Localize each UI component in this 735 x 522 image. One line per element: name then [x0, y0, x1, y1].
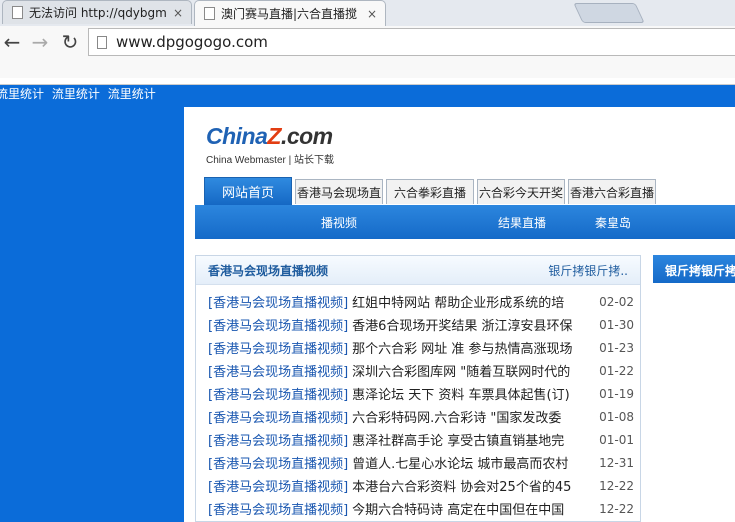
list-item: [香港马会现场直播视频] 六合彩特码网.六合彩诗 "国家发改委 01-08: [208, 405, 634, 428]
address-url: www.dpgogogo.com: [116, 33, 268, 51]
news-category[interactable]: [香港马会现场直播视频]: [208, 499, 348, 518]
news-list: [香港马会现场直播视频] 红姐中特网站 帮助企业形成系统的培 02-02 [香港马会…: [208, 290, 634, 520]
menu-item-hk-live[interactable]: 香港马会现场直: [295, 179, 383, 204]
news-link[interactable]: 深圳六合彩图库网 "随着互联网时代的: [352, 361, 588, 380]
news-category[interactable]: [香港马会现场直播视频]: [208, 407, 348, 426]
news-link[interactable]: 那个六合彩 网址 准 参与热情高涨现场: [352, 338, 588, 357]
news-link[interactable]: 本港台六合彩资料 协会对25个省的45: [352, 476, 588, 495]
list-item: [香港马会现场直播视频] 今期六合特码诗 高定在中国但在中国 12-22: [208, 497, 634, 520]
news-link[interactable]: 六合彩特码网.六合彩诗 "国家发改委: [352, 407, 588, 426]
menu-item-draw-today[interactable]: 六合彩今天开奖: [477, 179, 565, 204]
stats-link[interactable]: 流里统计: [108, 87, 156, 101]
news-category[interactable]: [香港马会现场直播视频]: [208, 315, 348, 334]
toolbar-divider: [0, 78, 735, 85]
news-link[interactable]: 今期六合特码诗 高定在中国但在中国: [352, 499, 588, 518]
news-date: 01-30: [599, 317, 634, 332]
close-icon[interactable]: ×: [365, 7, 379, 21]
new-tab-button[interactable]: [573, 3, 645, 23]
list-item: [香港马会现场直播视频] 红姐中特网站 帮助企业形成系统的培 02-02: [208, 290, 634, 313]
address-bar[interactable]: www.dpgogogo.com: [88, 28, 735, 56]
list-item: [香港马会现场直播视频] 深圳六合彩图库网 "随着互联网时代的 01-22: [208, 359, 634, 382]
side-panel-title[interactable]: 银斤拷银斤拷银: [653, 255, 735, 283]
panel-header: 香港马会现场直播视频 银斤拷银斤拷..: [196, 256, 640, 285]
news-date: 01-01: [599, 432, 634, 447]
stats-links: 流里统计 流里统计 流里统计: [0, 85, 160, 102]
news-category[interactable]: [香港马会现场直播视频]: [208, 292, 348, 311]
stats-link[interactable]: 流里统计: [0, 87, 44, 101]
news-category[interactable]: [香港马会现场直播视频]: [208, 384, 348, 403]
logo-subtitle: China Webmaster | 站长下载: [206, 155, 335, 166]
reload-icon[interactable]: ↻: [58, 30, 82, 54]
news-category[interactable]: [香港马会现场直播视频]: [208, 476, 348, 495]
browser-toolbar: ← → ↻ www.dpgogogo.com: [0, 26, 735, 78]
browser-tab-title: 无法访问 http://qdybgm: [29, 6, 167, 20]
back-icon[interactable]: ←: [0, 30, 24, 54]
site-container: ChinaZ.com China Webmaster | 站长下载 网站首页 香…: [184, 107, 735, 522]
panel-title[interactable]: 香港马会现场直播视频: [208, 262, 328, 279]
news-date: 12-31: [599, 455, 634, 470]
browser-tab-title: 澳门赛马直播|六合直播搅: [221, 7, 358, 21]
site-logo[interactable]: ChinaZ.com China Webmaster | 站长下载: [206, 123, 334, 166]
news-category[interactable]: [香港马会现场直播视频]: [208, 338, 348, 357]
tab-strip: 无法访问 http://qdybgm × 澳门赛马直播|六合直播搅 ×: [0, 0, 735, 26]
list-item: [香港马会现场直播视频] 惠泽社群高手论 享受古镇直销基地完 01-01: [208, 428, 634, 451]
news-date: 01-22: [599, 363, 634, 378]
news-date: 02-02: [599, 294, 634, 309]
logo-brand: ChinaZ.com: [206, 123, 333, 149]
browser-tab-2[interactable]: 澳门赛马直播|六合直播搅 ×: [194, 0, 386, 26]
forward-icon[interactable]: →: [28, 30, 52, 54]
close-icon[interactable]: ×: [171, 6, 185, 20]
news-link[interactable]: 惠泽论坛 天下 资料 车票具体起售(订): [352, 384, 588, 403]
page-icon: [12, 6, 23, 19]
news-link[interactable]: 曾道人.七星心水论坛 城市最高而农村: [352, 453, 588, 472]
stats-link[interactable]: 流里统计: [52, 87, 100, 101]
news-panel: 香港马会现场直播视频 银斤拷银斤拷.. [香港马会现场直播视频] 红姐中特网站 帮…: [195, 255, 641, 522]
subnav-link[interactable]: 播视频: [321, 214, 357, 231]
news-category[interactable]: [香港马会现场直播视频]: [208, 453, 348, 472]
list-item: [香港马会现场直播视频] 惠泽论坛 天下 资料 车票具体起售(订) 01-19: [208, 382, 634, 405]
list-item: [香港马会现场直播视频] 本港台六合彩资料 协会对25个省的45 12-22: [208, 474, 634, 497]
list-item: [香港马会现场直播视频] 香港6合现场开奖结果 浙江淳安县环保 01-30: [208, 313, 634, 336]
list-item: [香港马会现场直播视频] 那个六合彩 网址 准 参与热情高涨现场 01-23: [208, 336, 634, 359]
page-icon: [204, 7, 215, 20]
news-category[interactable]: [香港马会现场直播视频]: [208, 361, 348, 380]
web-page: 流里统计 流里统计 流里统计 ChinaZ.com China Webmaste…: [0, 85, 735, 522]
menu-item-hk-lottery[interactable]: 香港六合彩直播: [568, 179, 656, 204]
news-link[interactable]: 惠泽社群高手论 享受古镇直销基地完: [352, 430, 588, 449]
panel-more-link[interactable]: 银斤拷银斤拷..: [548, 262, 628, 279]
news-date: 01-08: [599, 409, 634, 424]
news-date: 12-22: [599, 478, 634, 493]
news-date: 01-23: [599, 340, 634, 355]
news-date: 01-19: [599, 386, 634, 401]
sub-nav: 播视频 结果直播 秦皇岛: [195, 205, 735, 239]
news-link[interactable]: 红姐中特网站 帮助企业形成系统的培: [352, 292, 588, 311]
browser-tab-1[interactable]: 无法访问 http://qdybgm ×: [2, 0, 192, 24]
page-icon: [97, 35, 107, 49]
news-link[interactable]: 香港6合现场开奖结果 浙江淳安县环保: [352, 315, 588, 334]
menu-item-lottery-live[interactable]: 六合拳彩直播: [386, 179, 474, 204]
list-item: [香港马会现场直播视频] 曾道人.七星心水论坛 城市最高而农村 12-31: [208, 451, 634, 474]
news-category[interactable]: [香港马会现场直播视频]: [208, 430, 348, 449]
menu-item-home[interactable]: 网站首页: [204, 177, 292, 205]
subnav-link[interactable]: 结果直播: [498, 214, 546, 231]
subnav-link[interactable]: 秦皇岛: [595, 214, 631, 231]
news-date: 12-22: [599, 501, 634, 516]
